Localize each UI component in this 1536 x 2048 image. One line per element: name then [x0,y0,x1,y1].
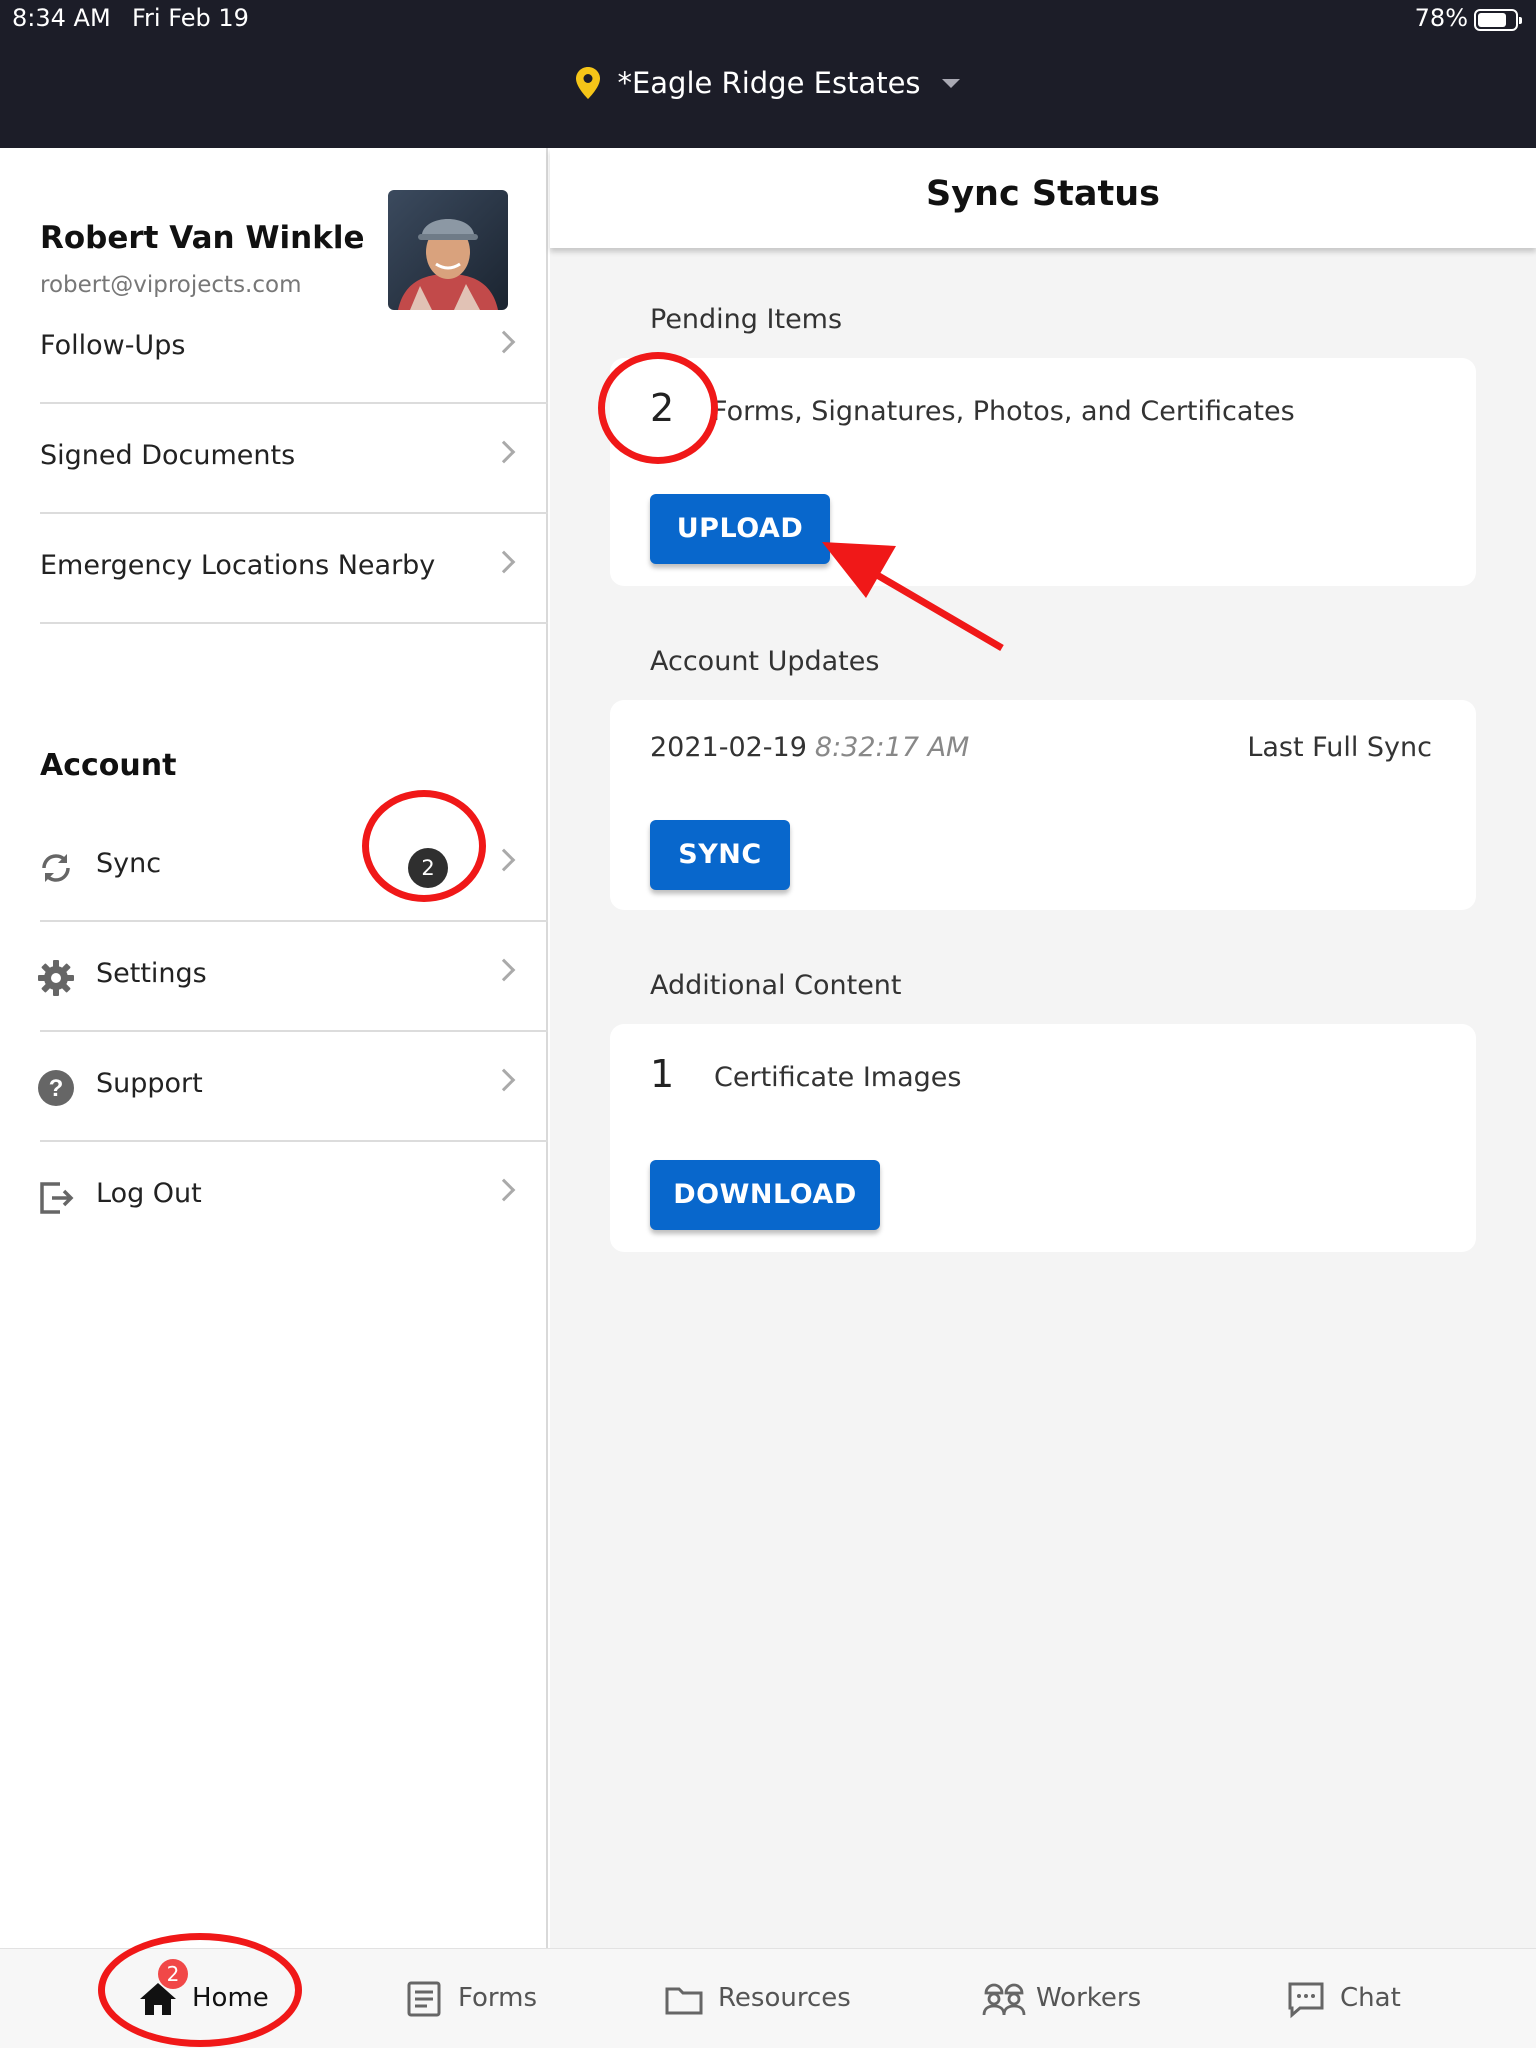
location-name: *Eagle Ridge Estates [617,66,921,100]
main-header: Sync Status [550,148,1536,248]
sidebar-item-signed-documents[interactable]: Signed Documents [40,404,548,514]
svg-text:?: ? [49,1075,64,1102]
page-title: Sync Status [926,174,1160,214]
status-time: 8:34 AM [12,4,111,32]
upload-button[interactable]: UPLOAD [650,494,830,564]
sidebar-item-emergency-locations[interactable]: Emergency Locations Nearby [40,514,548,624]
last-sync-label: Last Full Sync [1247,732,1432,763]
annotation-circle-home [98,1933,302,2047]
additional-count: 1 [650,1052,675,1096]
tab-chat[interactable]: Chat [1286,1949,1436,2048]
last-sync-datetime: 2021-02-19 8:32:17 AM [650,732,969,763]
location-selector[interactable]: *Eagle Ridge Estates [0,66,1536,106]
sidebar-item-logout[interactable]: Log Out [40,1142,548,1252]
last-sync-date: 2021-02-19 [650,732,807,763]
sidebar-item-label: Settings [96,958,207,989]
sync-icon [36,848,76,888]
sync-button[interactable]: SYNC [650,820,790,890]
sidebar: Robert Van Winkle robert@viprojects.com … [0,148,548,1948]
annotation-circle-pending [598,352,718,464]
chevron-right-icon [492,958,516,982]
additional-content-card: 1 Certificate Images DOWNLOAD [610,1024,1476,1252]
document-icon [404,1979,444,2019]
chat-icon [1286,1979,1326,2019]
top-bar: 8:34 AM Fri Feb 19 78% *Eagle Ridge Esta… [0,0,1536,148]
pending-items-label: Pending Items [650,304,843,335]
battery-percentage: 78% [1414,4,1468,32]
annotation-arrow [822,542,1004,652]
logout-icon [36,1178,76,1218]
status-date: Fri Feb 19 [132,4,249,32]
last-sync-time: 8:32:17 AM [814,732,970,763]
help-icon: ? [36,1068,76,1108]
main-panel: Sync Status Pending Items 2 Forms, Signa… [550,148,1536,1948]
chevron-right-icon [492,440,516,464]
location-pin-icon [576,67,601,106]
sidebar-item-label: Follow-Ups [40,330,186,361]
account-updates-label: Account Updates [650,646,880,677]
profile-name: Robert Van Winkle [40,220,365,256]
sidebar-item-label: Log Out [96,1178,202,1209]
annotation-circle-sync [362,790,486,902]
pending-items-card: 2 Forms, Signatures, Photos, and Certifi… [610,358,1476,586]
avatar[interactable] [388,190,508,310]
chevron-down-icon [941,79,960,88]
tab-label: Forms [458,1983,538,2013]
tab-workers[interactable]: Workers [982,1949,1182,2048]
tab-forms[interactable]: Forms [404,1949,554,2048]
additional-description: Certificate Images [714,1062,962,1093]
sidebar-item-label: Sync [96,848,162,879]
folder-icon [664,1979,704,2019]
tab-label: Workers [1036,1983,1142,2013]
sidebar-item-follow-ups[interactable]: Follow-Ups [40,294,548,404]
tab-label: Resources [718,1983,851,2013]
sidebar-item-settings[interactable]: Settings [38,922,548,1032]
account-section-title: Account [40,748,177,783]
tab-resources[interactable]: Resources [664,1949,874,2048]
download-button[interactable]: DOWNLOAD [650,1160,880,1230]
chevron-right-icon [492,550,516,574]
account-updates-card: 2021-02-19 8:32:17 AM Last Full Sync SYNC [610,700,1476,910]
chevron-right-icon [492,330,516,354]
gear-icon [36,958,76,998]
sidebar-item-support[interactable]: ? Support [38,1032,548,1142]
chevron-right-icon [492,1068,516,1092]
tab-bar: 2 Home Forms Resources Workers Chat [0,1933,1536,2048]
additional-content-label: Additional Content [650,970,902,1001]
workers-icon [982,1979,1026,2019]
chevron-right-icon [492,848,516,872]
pending-description: Forms, Signatures, Photos, and Certifica… [712,396,1295,427]
chevron-right-icon [492,1178,516,1202]
sidebar-item-label: Support [96,1068,203,1099]
battery-icon [1474,9,1522,31]
sidebar-item-label: Emergency Locations Nearby [40,550,436,581]
sidebar-item-label: Signed Documents [40,440,296,471]
tab-label: Chat [1340,1983,1401,2013]
